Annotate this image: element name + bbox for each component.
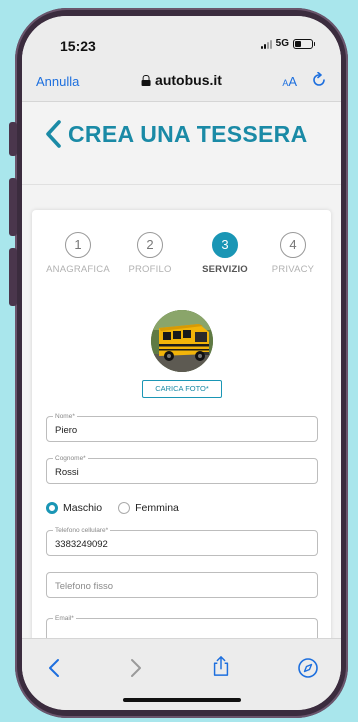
landline-phone-input[interactable]: Telefono fisso <box>55 581 113 592</box>
step-number: 2 <box>137 232 163 258</box>
address-bar: Annulla autobus.it AA <box>22 62 341 102</box>
radio-label: Femmina <box>135 502 179 514</box>
status-bar: 15:23 5G <box>22 16 341 62</box>
phone-side-button <box>9 122 17 156</box>
web-content: CREA UNA TESSERA 1 ANAGRAFICA 2 PROFILO … <box>22 102 341 638</box>
reload-icon[interactable] <box>311 72 327 88</box>
step-number: 1 <box>65 232 91 258</box>
upload-photo-button[interactable]: CARICA FOTO* <box>142 380 222 398</box>
browser-toolbar <box>22 638 341 710</box>
url-field[interactable]: autobus.it <box>141 72 222 88</box>
first-name-field[interactable]: Nome* Piero <box>46 412 318 442</box>
share-icon[interactable] <box>210 655 232 677</box>
step-anagrafica[interactable]: 1 ANAGRAFICA <box>43 232 113 275</box>
step-label: PROFILO <box>128 264 172 275</box>
gender-radio-group: Maschio Femmina <box>46 502 179 514</box>
phone-side-button <box>9 248 17 306</box>
email-field[interactable]: Email* <box>46 614 318 638</box>
page-title: CREA UNA TESSERA <box>68 120 308 147</box>
back-chevron-icon[interactable] <box>44 120 62 148</box>
battery-icon <box>293 38 315 49</box>
page-header: CREA UNA TESSERA <box>44 120 308 148</box>
browser-back-icon[interactable] <box>44 657 66 679</box>
last-name-field[interactable]: Cognome* Rossi <box>46 454 318 484</box>
status-time: 15:23 <box>60 38 96 54</box>
radio-label: Maschio <box>63 502 103 514</box>
compass-icon[interactable] <box>297 657 319 679</box>
gender-option-female[interactable]: Femmina <box>118 502 179 514</box>
signal-icon <box>260 39 272 49</box>
stepper: 1 ANAGRAFICA 2 PROFILO 3 SERVIZIO 4 PRIV… <box>32 232 331 282</box>
step-privacy[interactable]: 4 PRIVACY <box>258 232 328 275</box>
step-number: 3 <box>212 232 238 258</box>
step-profilo[interactable]: 2 PROFILO <box>115 232 185 275</box>
browser-forward-icon[interactable] <box>124 657 146 679</box>
radio-female[interactable] <box>118 502 131 514</box>
field-label: Nome* <box>53 412 77 421</box>
step-label: ANAGRAFICA <box>46 264 110 275</box>
landline-phone-field[interactable]: Telefono fisso <box>46 572 318 598</box>
network-label: 5G <box>275 38 289 49</box>
home-indicator[interactable] <box>122 698 241 702</box>
url-text: autobus.it <box>155 72 222 88</box>
cancel-button[interactable]: Annulla <box>36 74 79 89</box>
step-servizio[interactable]: 3 SERVIZIO <box>190 232 260 275</box>
first-name-input[interactable]: Piero <box>55 425 77 436</box>
field-label: Cognome* <box>53 454 88 463</box>
text-size-button[interactable]: AA <box>282 74 297 89</box>
field-label: Telefono cellulare* <box>53 526 111 535</box>
field-label: Email* <box>53 614 76 623</box>
phone-screen: 15:23 5G Annulla autobus.it AA CREA UNA … <box>22 16 341 710</box>
step-label: PRIVACY <box>271 264 315 275</box>
phone-side-button <box>9 178 17 236</box>
last-name-input[interactable]: Rossi <box>55 467 79 478</box>
mobile-phone-field[interactable]: Telefono cellulare* 3383249092 <box>46 526 318 556</box>
radio-male[interactable] <box>46 502 58 514</box>
header-divider <box>22 184 341 185</box>
status-indicators: 5G <box>260 38 315 49</box>
form-card: 1 ANAGRAFICA 2 PROFILO 3 SERVIZIO 4 PRIV… <box>32 210 331 638</box>
gender-option-male[interactable]: Maschio <box>46 502 102 514</box>
mobile-phone-input[interactable]: 3383249092 <box>55 539 108 550</box>
lock-icon <box>141 74 151 86</box>
step-label: SERVIZIO <box>202 264 248 275</box>
bus-photo <box>151 310 213 372</box>
step-number: 4 <box>280 232 306 258</box>
